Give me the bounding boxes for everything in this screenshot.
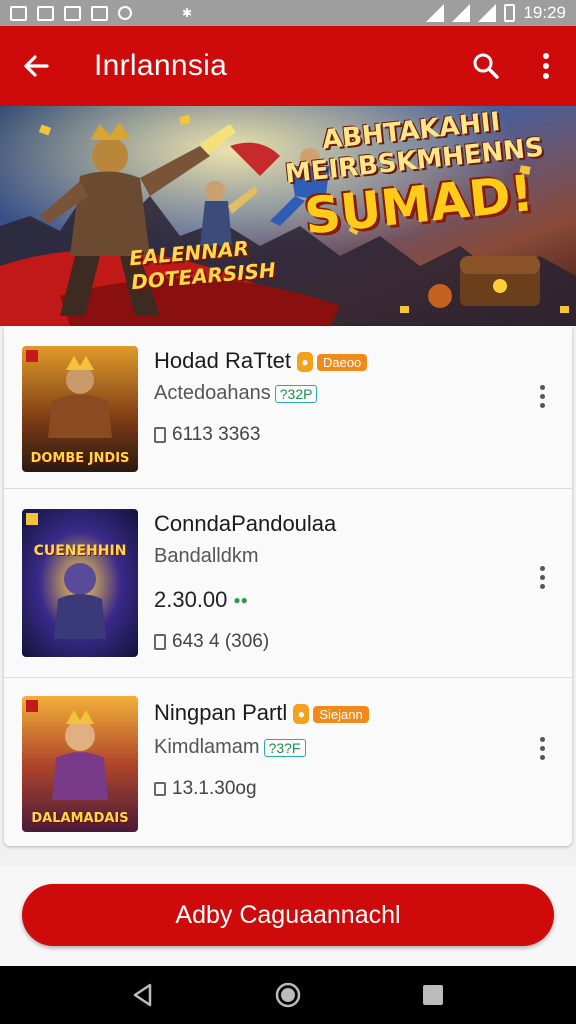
item-tag: Daeoo <box>316 353 368 371</box>
item-subtitle: Actedoahans ?32P <box>154 382 318 405</box>
nav-back-icon <box>133 983 151 1007</box>
item-meta: 6113 3363 <box>154 424 260 446</box>
item-title: Hodad RaTtet ● Daeoo <box>154 348 368 374</box>
list-item[interactable]: DALAMADAIS Ningpan Partl ● Siejann Kimdlam… <box>4 678 572 846</box>
battery-icon <box>504 4 516 22</box>
notification-icon <box>10 5 27 21</box>
image-icon <box>37 5 54 21</box>
nav-back-button[interactable] <box>123 975 163 1015</box>
item-tag: Siejann <box>313 705 369 723</box>
item-more-button[interactable] <box>530 728 554 768</box>
item-subtitle: Kimdlamam ?3?F <box>154 736 306 759</box>
item-cover-text: DOMBE JNDIS <box>30 451 130 466</box>
item-title: Ningpan Partl ● Siejann <box>154 700 369 726</box>
item-title: ConndaPandoulaa <box>154 511 337 536</box>
item-cover-image: DALAMADAIS <box>22 696 138 832</box>
notification-icon <box>64 5 81 21</box>
app-bar: Inrlannsia <box>0 26 576 106</box>
item-sub-badge: ?3?F <box>263 738 306 757</box>
item-sub-badge: ?32P <box>274 384 318 403</box>
status-bar: ✱ 19:29 <box>0 0 576 26</box>
cta-area: Adby Caguaannachl <box>0 866 576 966</box>
item-more-button[interactable] <box>530 557 554 597</box>
item-meta: 643 4 (306) <box>154 631 269 653</box>
calendar-icon <box>154 427 166 443</box>
page-title: Inrlannsia <box>94 49 228 82</box>
item-subtitle: Bandalldkm <box>154 545 259 567</box>
hero-banner[interactable]: ABHTAKAHII MEIRBSKMHENNS SUMAD! EALENNAR… <box>0 106 576 326</box>
more-vert-icon <box>543 53 549 79</box>
bluetooth-icon: ✱ <box>182 6 193 20</box>
nav-recents-button[interactable] <box>413 975 453 1015</box>
item-cover-image: DOMBE JNDIS <box>22 346 138 472</box>
back-button[interactable] <box>0 26 72 106</box>
trend-icon: ●● <box>233 593 248 607</box>
system-nav-bar <box>0 966 576 1024</box>
lock-icon <box>91 5 108 21</box>
item-price: 2.30.00 ●● <box>154 587 248 612</box>
overflow-menu-button[interactable] <box>516 26 576 106</box>
item-cover-text: CUENEHHIN <box>33 543 127 559</box>
item-more-button[interactable] <box>530 376 554 416</box>
item-cover-text: DALAMADAIS <box>31 811 129 826</box>
signal-icon <box>478 4 497 22</box>
lock-icon <box>154 782 166 796</box>
wifi-icon <box>426 4 445 22</box>
sync-icon <box>118 6 132 20</box>
signal-icon <box>452 4 471 22</box>
primary-action-button[interactable]: Adby Caguaannachl <box>22 884 554 946</box>
calendar-icon <box>154 634 166 650</box>
arrow-left-icon <box>24 55 49 77</box>
search-icon <box>473 53 499 79</box>
coin-icon: ● <box>293 704 310 725</box>
nav-home-button[interactable] <box>268 975 308 1015</box>
list-item[interactable]: CUENEHHIN ConndaPandoulaa Bandalldkm 2.3… <box>4 489 572 677</box>
item-meta: 13.1.30og <box>154 778 257 800</box>
search-button[interactable] <box>456 26 516 106</box>
nav-home-icon <box>275 982 301 1008</box>
item-cover-image: CUENEHHIN <box>22 509 138 657</box>
coin-icon: ● <box>296 352 313 373</box>
clock: 19:29 <box>523 3 566 22</box>
nav-recents-icon <box>423 985 444 1005</box>
list-item[interactable]: DOMBE JNDIS Hodad RaTtet ● Daeoo Actedoaha… <box>4 326 572 488</box>
item-list: DOMBE JNDIS Hodad RaTtet ● Daeoo Actedoaha… <box>4 326 572 846</box>
